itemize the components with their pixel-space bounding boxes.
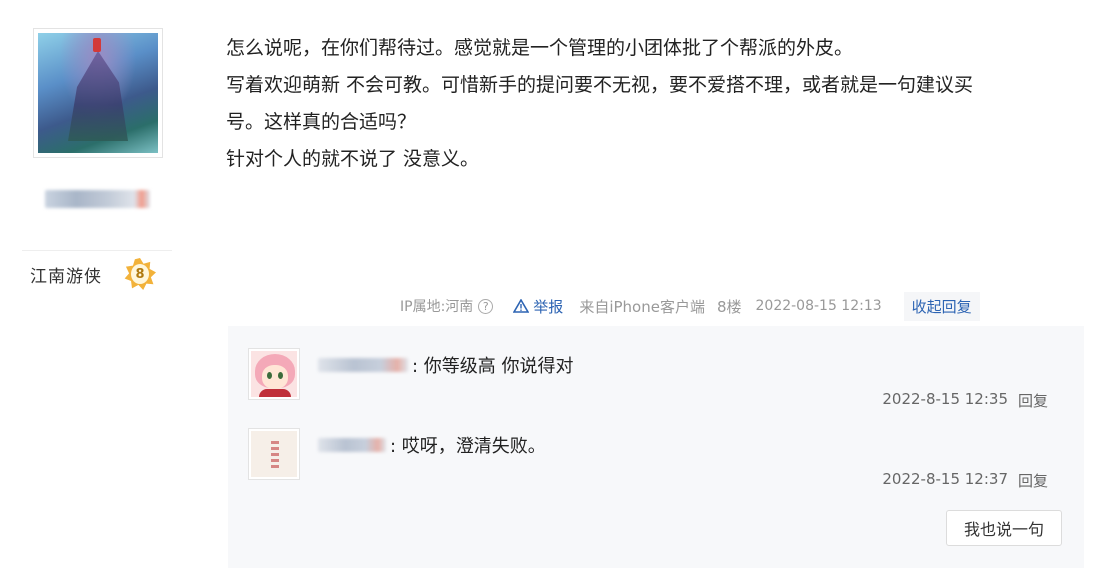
rank-title: 江南游侠	[30, 266, 102, 287]
avatar-script	[271, 441, 279, 471]
author-avatar[interactable]	[33, 28, 163, 158]
divider	[22, 250, 172, 251]
reply-meta: 2022-8-15 12:35 回复	[882, 390, 1048, 411]
anime-girl-avatar-image	[251, 351, 297, 397]
report-label: 举报	[533, 297, 564, 316]
post-meta: IP属地:河南 ? 举报 来自iPhone客户端 8楼 2022-08-15 1…	[400, 288, 1080, 324]
reply-time: 2022-8-15 12:35	[882, 390, 1008, 408]
avatar-body	[259, 389, 291, 397]
rank-row: 江南游侠 8	[30, 256, 170, 292]
author-panel: 江南游侠 8	[0, 0, 180, 572]
post-line: 号。这样真的合适吗？	[226, 111, 417, 133]
post-line: 针对个人的就不说了 没意义。	[226, 148, 480, 170]
floor-number: 8楼	[716, 297, 742, 316]
collapse-replies-button[interactable]: 收起回复	[903, 291, 980, 321]
reply-username-blurred[interactable]	[318, 358, 408, 372]
avatar-face	[262, 365, 288, 389]
reply-time: 2022-8-15 12:37	[882, 470, 1008, 488]
reply-text: : 你等级高 你说得对	[412, 356, 574, 377]
reply-username-blurred[interactable]	[318, 438, 386, 452]
post-time: 2022-08-15 12:13	[755, 298, 882, 314]
help-icon[interactable]: ?	[478, 298, 494, 314]
reply-avatar[interactable]	[248, 428, 300, 480]
add-reply-button[interactable]: 我也说一句	[946, 510, 1062, 546]
post-line: 写着欢迎萌新 不会可教。可惜新手的提问要不无视，要不爱搭不理，或者就是一句建议买	[226, 74, 974, 96]
reply-text: : 哎呀，澄清失败。	[390, 436, 546, 457]
post-content: 怎么说呢，在你们帮待过。感觉就是一个管理的小团体批了个帮派的外皮。 写着欢迎萌新…	[226, 30, 1076, 178]
calligraphy-avatar-image	[251, 431, 297, 477]
reply-avatar[interactable]	[248, 348, 300, 400]
ip-location: IP属地:河南 ?	[400, 296, 494, 316]
report-link[interactable]: 举报	[513, 296, 563, 317]
warning-icon	[513, 299, 530, 313]
level-number: 8	[131, 264, 149, 284]
reply-line: : 你等级高 你说得对	[318, 350, 574, 380]
post-line: 怎么说呢，在你们帮待过。感觉就是一个管理的小团体批了个帮派的外皮。	[226, 37, 854, 59]
avatar-eye	[278, 372, 283, 379]
reply-button[interactable]: 回复	[1018, 390, 1048, 411]
author-name-blurred[interactable]	[45, 190, 150, 208]
level-badge-icon[interactable]: 8	[124, 258, 156, 290]
avatar-image	[38, 33, 158, 153]
ip-text: IP属地:河南	[400, 299, 474, 315]
reply-button[interactable]: 回复	[1018, 470, 1048, 491]
reply-line: : 哎呀，澄清失败。	[318, 430, 546, 460]
avatar-eye	[267, 372, 272, 379]
client-source: 来自iPhone客户端	[579, 297, 705, 316]
reply-meta: 2022-8-15 12:37 回复	[882, 470, 1048, 491]
reply-section: : 你等级高 你说得对 2022-8-15 12:35 回复 : 哎呀，澄清失败…	[228, 326, 1084, 568]
